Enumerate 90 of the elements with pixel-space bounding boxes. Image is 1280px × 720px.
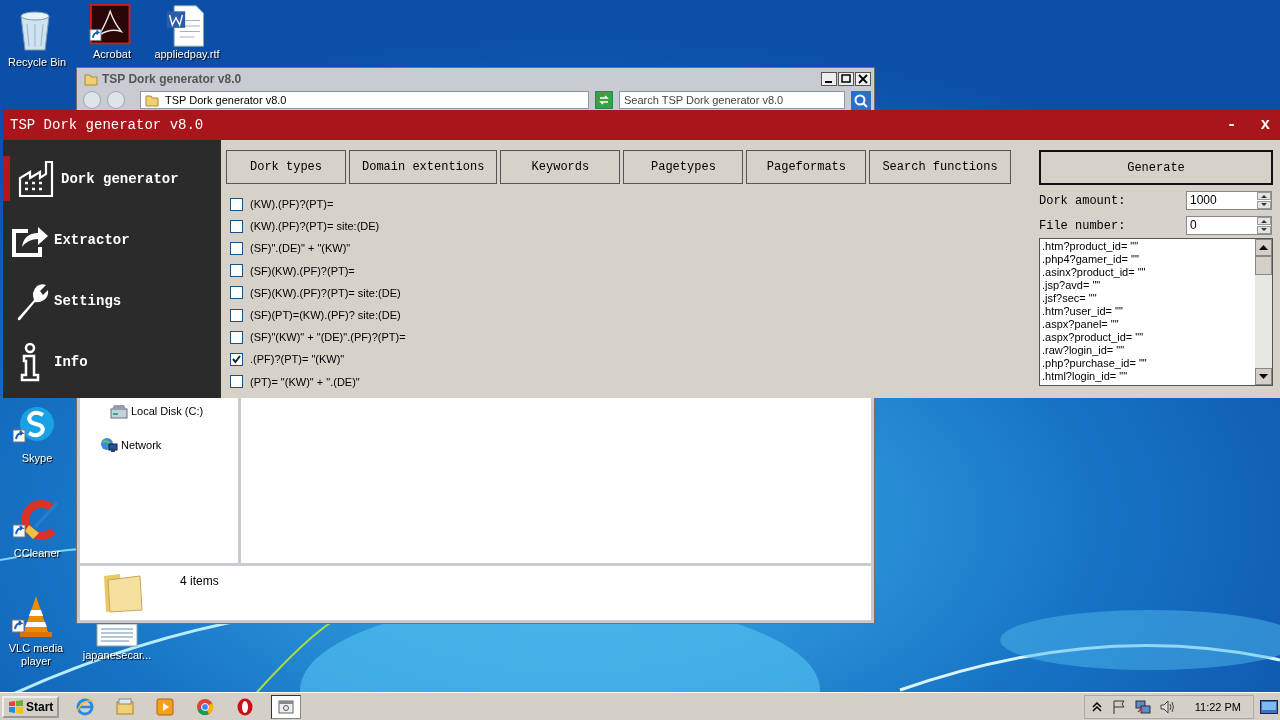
sidebar-label: Settings (54, 292, 122, 309)
list-item[interactable]: .htm?product_id= "" (1042, 240, 1255, 253)
checkbox-label: (SF)"(KW)" + "(DE)".(PF)?(PT)= (250, 331, 406, 344)
tab-button[interactable]: Domain extentions (349, 150, 498, 184)
minimize-icon[interactable] (821, 72, 837, 86)
list-box[interactable]: .htm?product_id= "" .php4?gamer_id= "" .asinx?product_id= "" .jsp?avd= "" .jsf?sec= "" .htm?user_id= "" .aspx?panel= "" .aspx?product_id= "" .raw?login_id= "" .php?purchase_id= "" .html?login_id= "" (1039, 238, 1273, 386)
list-item[interactable]: .php?purchase_id= "" (1042, 357, 1255, 370)
list-item[interactable]: .html?login_id= "" (1042, 370, 1255, 383)
item-count: 4 items (180, 574, 219, 588)
list-item[interactable]: .aspx?product_id= "" (1042, 331, 1255, 344)
sidebar-label: Extractor (54, 231, 130, 248)
spinner-arrows-icon[interactable] (1257, 192, 1271, 209)
list-item[interactable]: .php4?gamer_id= "" (1042, 253, 1255, 266)
tree-item[interactable]: Network (121, 439, 162, 451)
icon-label[interactable]: CCleaner (13, 547, 61, 560)
checkbox-label: (KW).(PF)?(PT)= (250, 198, 334, 211)
tree-item[interactable]: Local Disk (C:) (131, 405, 204, 417)
checkbox[interactable] (230, 352, 243, 366)
spinner-arrows-icon[interactable] (1257, 217, 1271, 234)
window-title: TSP Dork generator v8.0 (10, 117, 205, 133)
globe-monitor-icon (100, 437, 118, 453)
checkbox[interactable] (230, 219, 243, 233)
sidebar-label: Dork generator (61, 170, 179, 187)
sidebar-label: Info (54, 353, 88, 370)
icon-label[interactable]: appliedpay.rtf (154, 48, 220, 61)
speaker-icon[interactable] (1158, 698, 1175, 715)
checkbox-label: (PT)= "(KW)" + ".(DE)" (250, 375, 360, 388)
close-icon[interactable] (855, 72, 871, 86)
checkbox[interactable] (230, 197, 243, 211)
checkbox-label: (KW).(PF)?(PT)= site:(DE) (250, 220, 380, 233)
hard-drive-icon (110, 403, 128, 419)
list-item[interactable]: .jsp?avd= "" (1042, 279, 1255, 292)
number-field[interactable]: 1000 (1186, 191, 1272, 210)
icon-label[interactable]: Skype (21, 452, 53, 465)
list-item[interactable]: .aspx?panel= "" (1042, 318, 1255, 331)
list-item[interactable]: .htm?user_id= "" (1042, 305, 1255, 318)
windows-logo-icon (8, 698, 24, 715)
address-text: TSP Dork generator v8.0 (165, 94, 287, 106)
icon-label[interactable]: Acrobat (93, 48, 131, 61)
network-icon[interactable] (1134, 698, 1151, 715)
minimize-button[interactable]: - (1222, 116, 1241, 134)
icon-label[interactable]: Recycle Bin (7, 56, 67, 69)
sidebar-item[interactable]: Settings (0, 278, 221, 323)
show-desktop-icon[interactable] (1260, 699, 1278, 714)
tab-button[interactable]: Keywords (500, 150, 621, 184)
browser-e-icon (75, 696, 96, 717)
scrollbar[interactable] (1255, 239, 1272, 385)
chevron-up-icon[interactable] (1090, 700, 1103, 713)
checkbox[interactable] (230, 308, 243, 322)
checkbox[interactable] (230, 264, 243, 278)
tab-button[interactable]: Pageformats (746, 150, 867, 184)
field-label: File number: (1039, 218, 1126, 233)
chrome-icon (195, 696, 216, 717)
address-bar[interactable]: TSP Dork generator v8.0 (140, 91, 589, 109)
number-field[interactable]: 0 (1186, 216, 1272, 235)
sidebar-item[interactable]: Extractor (0, 217, 221, 262)
folder-icon (145, 93, 159, 107)
tab-button[interactable]: Search functions (869, 150, 1011, 184)
window-title: TSP Dork generator v8.0 (102, 72, 243, 86)
checkbox-label: (SF)(KW).(PF)?(PT)= site:(DE) (250, 286, 401, 299)
start-button[interactable]: Start (2, 695, 60, 718)
search-field[interactable]: Search TSP Dork generator v8.0 (619, 91, 845, 109)
tab-button[interactable]: Dork types (226, 150, 346, 184)
search-icon[interactable] (851, 91, 871, 111)
play-icon (155, 696, 176, 717)
folder-icon (115, 696, 136, 717)
field-label: Dork amount: (1039, 193, 1126, 208)
list-item[interactable]: .jsf?sec= "" (1042, 292, 1255, 305)
checkbox[interactable] (230, 241, 243, 255)
flag-icon[interactable] (1110, 698, 1127, 715)
list-item[interactable]: .asinx?product_id= "" (1042, 266, 1255, 279)
tab-button[interactable]: Pagetypes (623, 150, 744, 184)
checkbox-label: (SF)".(DE)" + "(KW)" (250, 242, 351, 255)
text-file-icon[interactable] (93, 623, 141, 647)
list-item[interactable]: .raw?login_id= "" (1042, 344, 1255, 357)
checkbox-label: (SF)(KW).(PF)?(PT)= (250, 264, 355, 277)
folder-icon (84, 72, 98, 86)
maximize-icon[interactable] (838, 72, 854, 86)
taskbar-button[interactable] (271, 694, 302, 719)
close-button[interactable]: x (1256, 116, 1274, 134)
checkbox[interactable] (230, 286, 243, 300)
checkbox[interactable] (230, 330, 243, 344)
checkbox[interactable] (230, 375, 243, 389)
refresh-icon[interactable] (595, 91, 613, 109)
sidebar-item[interactable]: Info (0, 339, 221, 384)
icon-label[interactable]: VLC media player (0, 642, 72, 668)
clock[interactable]: 11:22 PM (1194, 700, 1241, 713)
checkbox-label: .(PF)?(PT)= "(KW)" (250, 353, 345, 366)
generate-button[interactable]: Generate (1039, 150, 1273, 185)
checkbox-label: (SF)(PT)=(KW).(PF)? site:(DE) (250, 309, 401, 322)
